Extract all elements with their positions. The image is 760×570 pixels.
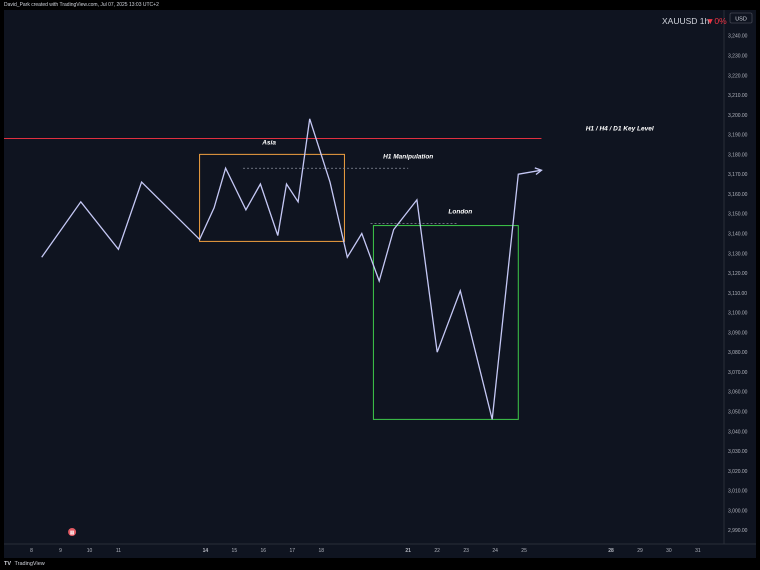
price-tick-label: 3,050.00	[728, 409, 748, 415]
time-tick-label: 21	[405, 548, 411, 554]
price-tick-label: 3,120.00	[728, 271, 748, 277]
session-box[interactable]	[199, 153, 345, 242]
key-level-label: H1 / H4 / D1 Key Level	[586, 126, 654, 133]
time-tick-label: 8	[30, 548, 33, 554]
session-box[interactable]	[372, 225, 519, 420]
price-tick-label: 2,990.00	[728, 528, 748, 534]
price-tick-label: 3,210.00	[728, 93, 748, 99]
time-tick-label: 29	[637, 548, 643, 554]
time-tick-label: 25	[521, 548, 527, 554]
price-tick-label: 3,170.00	[728, 172, 748, 178]
price-tick-label: 3,080.00	[728, 350, 748, 356]
time-axis[interactable]: 8 9 10 11 14 15 16 17 18 21 22 23 24 25 28 29 30 31	[30, 548, 701, 554]
price-tick-label: 3,100.00	[728, 311, 748, 317]
time-tick-label: 11	[116, 548, 121, 554]
price-tick-label: 3,010.00	[728, 489, 748, 495]
symbol-label[interactable]: XAUUSD 1h	[662, 16, 710, 26]
price-tick-label: 3,160.00	[728, 192, 748, 198]
time-tick-label: 30	[666, 548, 672, 554]
session-label: London	[448, 209, 472, 216]
chart-container[interactable]: 2,990.00 3,000.00 3,010.00 3,020.00 3,030.00…	[4, 10, 756, 558]
tradingview-logo-icon: TV	[4, 561, 12, 567]
price-tick-label: 3,040.00	[728, 429, 748, 435]
price-tick-label: 3,220.00	[728, 73, 748, 79]
tradingview-footer: TV TradingView	[0, 558, 760, 570]
manipulation-label: H1 Manipulation	[383, 153, 433, 160]
price-tick-label: 3,090.00	[728, 330, 748, 336]
price-tick-label: 3,190.00	[728, 133, 748, 139]
price-path-line[interactable]	[41, 118, 542, 420]
time-tick-label: 31	[695, 548, 701, 554]
event-marker-icon[interactable]: ▦	[68, 528, 77, 536]
series-layer: ▦	[41, 118, 543, 536]
time-tick-label: 9	[59, 548, 62, 554]
time-tick-label: 28	[608, 548, 614, 554]
price-tick-label: 3,030.00	[728, 449, 748, 455]
price-tick-label: 3,060.00	[728, 390, 748, 396]
time-tick-label: 18	[318, 548, 324, 554]
price-tick-label: 3,110.00	[728, 291, 747, 297]
change-label: ▼0%	[706, 16, 727, 26]
price-chart[interactable]: 2,990.00 3,000.00 3,010.00 3,020.00 3,030.00…	[4, 10, 756, 558]
time-tick-label: 24	[492, 548, 498, 554]
time-tick-label: 22	[434, 548, 440, 554]
price-tick-label: 3,240.00	[728, 34, 748, 40]
time-tick-label: 16	[261, 548, 267, 554]
drawing-layer[interactable]: H1 / H4 / D1 Key Level Asia H1 Manipulatio…	[4, 126, 654, 420]
symbol-legend[interactable]: XAUUSD 1h ▼0%	[662, 16, 727, 26]
time-tick-label: 17	[290, 548, 296, 554]
attribution-header: David_Park created with TradingView.com,…	[0, 0, 760, 10]
time-tick-label: 15	[232, 548, 238, 554]
price-tick-label: 3,070.00	[728, 370, 748, 376]
brand-name: TradingView	[14, 561, 45, 567]
price-tick-label: 3,230.00	[728, 53, 748, 59]
price-tick-label: 3,020.00	[728, 469, 748, 475]
session-label: Asia	[261, 139, 276, 146]
price-tick-label: 3,140.00	[728, 231, 748, 237]
time-tick-label: 23	[463, 548, 469, 554]
event-marker-glyph: ▦	[70, 530, 75, 536]
price-tick-label: 3,180.00	[728, 152, 748, 158]
attribution-text: David_Park created with TradingView.com,…	[4, 2, 159, 8]
price-tick-label: 3,130.00	[728, 251, 748, 257]
price-tick-label: 3,200.00	[728, 113, 748, 119]
currency-label: USD	[735, 17, 747, 23]
price-tick-label: 3,150.00	[728, 212, 748, 218]
time-tick-label: 14	[203, 548, 209, 554]
price-tick-label: 3,000.00	[728, 508, 748, 514]
time-tick-label: 10	[87, 548, 93, 554]
